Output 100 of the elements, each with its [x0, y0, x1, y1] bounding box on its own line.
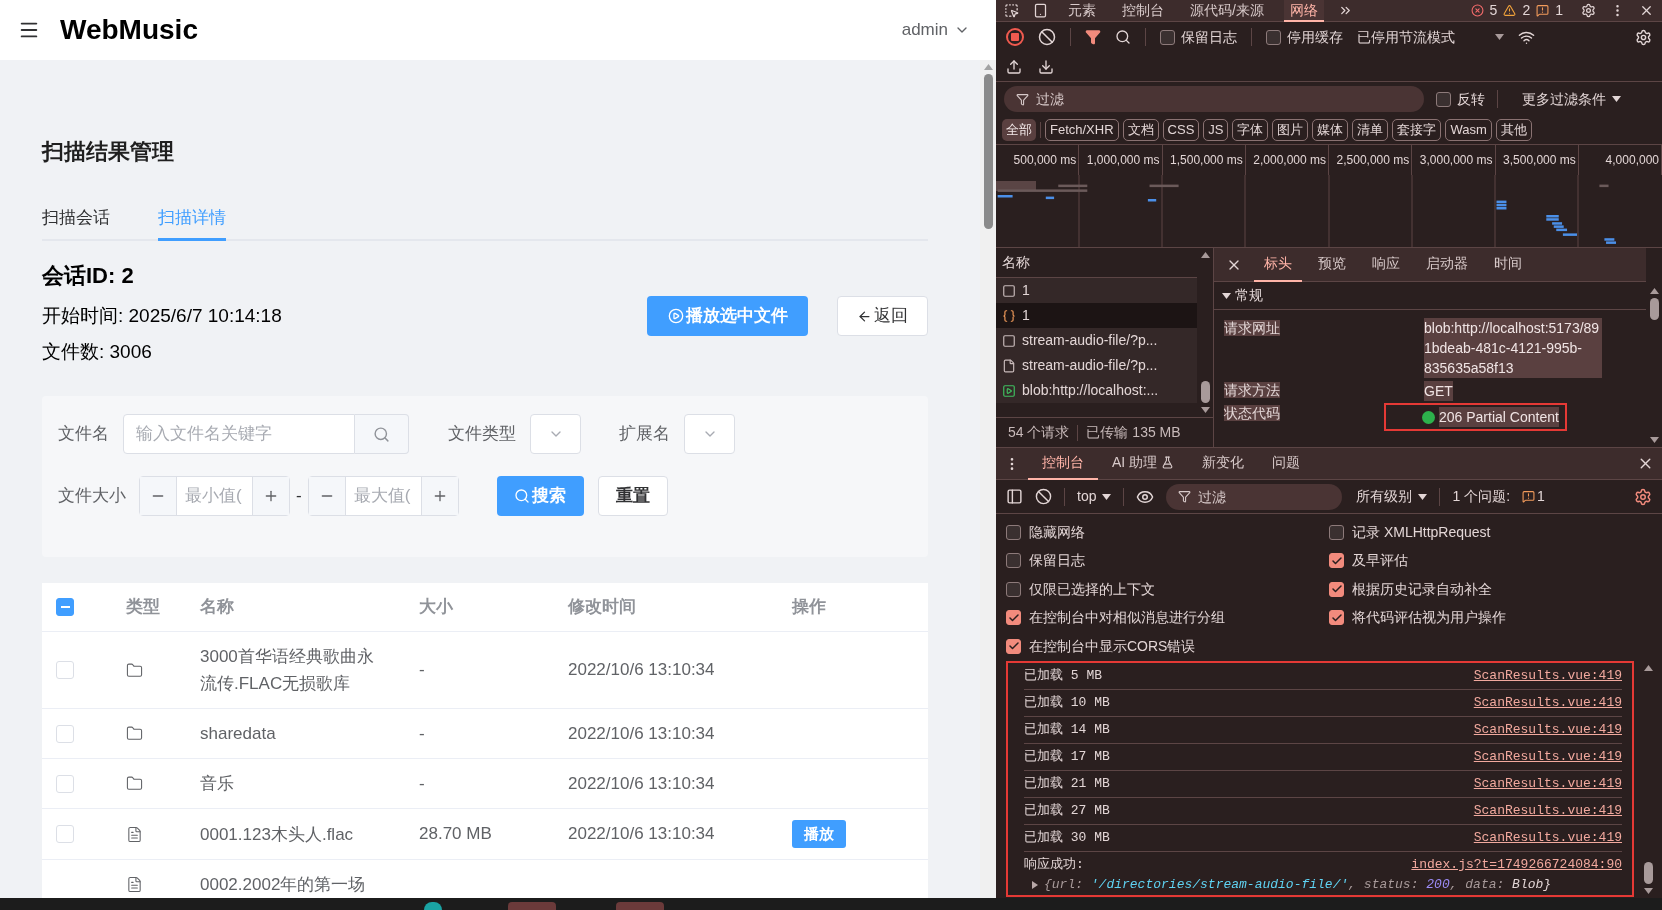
type-filter-chip[interactable]: Wasm: [1445, 119, 1492, 141]
upload-icon[interactable]: [1006, 58, 1022, 75]
source-link[interactable]: index.js?t=1749266724084:90: [1411, 854, 1622, 875]
close-icon[interactable]: [1639, 3, 1654, 18]
file-icon: [1002, 358, 1016, 373]
scrollbar-thumb[interactable]: [1649, 298, 1659, 320]
type-filter-chip[interactable]: 全部: [1002, 119, 1036, 141]
filter-field[interactable]: 过滤: [1004, 86, 1424, 112]
number-input[interactable]: 最小值(: [139, 476, 290, 516]
expand-icon[interactable]: [1032, 880, 1038, 889]
levels-select[interactable]: 所有级别: [1354, 486, 1428, 507]
type-filter-chip[interactable]: 媒体: [1312, 119, 1349, 141]
file-size: -: [419, 723, 425, 743]
settings-icon[interactable]: [1581, 3, 1596, 18]
drawer-tab[interactable]: 控制台: [1028, 447, 1098, 480]
checkbox[interactable]: [1436, 91, 1451, 107]
source-link[interactable]: ScanResults.vue:419: [1473, 827, 1622, 848]
filter-field[interactable]: 过滤: [1166, 483, 1343, 510]
time-tick: 3,000,000 ms: [1412, 145, 1496, 175]
request-row[interactable]: blob:http://localhost:...: [996, 378, 1197, 403]
checkbox[interactable]: [1329, 524, 1344, 540]
reset-button[interactable]: 重置: [597, 476, 668, 516]
source-link[interactable]: ScanResults.vue:419: [1473, 773, 1622, 794]
search-icon[interactable]: [1115, 29, 1131, 45]
taskbar-icon[interactable]: [424, 902, 442, 910]
clear-icon[interactable]: [1035, 488, 1052, 505]
checkbox[interactable]: [1006, 610, 1021, 626]
request-row[interactable]: stream-audio-file/?p...: [996, 328, 1197, 353]
log-message: 已加载 10 MB: [1024, 693, 1110, 712]
log-message: 已加载 21 MB: [1024, 774, 1110, 793]
clear-icon[interactable]: [1038, 28, 1056, 46]
file-name: 3000首华语经典歌曲永流传.FLAC无损歌库: [200, 646, 375, 695]
request-row[interactable]: 1: [996, 278, 1197, 303]
document-icon: [126, 825, 143, 843]
caret-icon: [1102, 493, 1112, 500]
type-filter-chip[interactable]: Fetch/XHR: [1045, 119, 1119, 141]
more-filters-dropdown[interactable]: 更多过滤条件: [1510, 88, 1621, 110]
settings-icon[interactable]: [1635, 28, 1652, 46]
devtools-tab[interactable]: 源代码/来源: [1184, 0, 1270, 22]
number-input[interactable]: 最大值(: [307, 476, 459, 516]
document-icon: [1002, 333, 1016, 348]
checkbox[interactable]: [1329, 610, 1344, 626]
sidebar-icon[interactable]: [1006, 488, 1023, 505]
device-icon[interactable]: [1033, 3, 1048, 18]
inspect-icon[interactable]: [1004, 3, 1019, 18]
back-button[interactable]: 返回: [837, 296, 928, 336]
field-label: 文件名: [58, 423, 109, 446]
record-icon[interactable]: [1006, 28, 1024, 46]
download-icon[interactable]: [1038, 58, 1054, 75]
drawer-tab[interactable]: 新变化: [1188, 447, 1259, 480]
search-field[interactable]: 输入文件名关键字: [123, 414, 355, 454]
checkbox[interactable]: [1329, 581, 1344, 597]
checkbox[interactable]: [1006, 553, 1021, 569]
settings-icon[interactable]: [1634, 487, 1652, 506]
checkbox[interactable]: [56, 598, 74, 616]
checkbox[interactable]: [1329, 553, 1344, 569]
devtools-tab[interactable]: 元素: [1062, 0, 1102, 22]
checkbox[interactable]: [1006, 524, 1021, 540]
scrollbar[interactable]: [980, 60, 996, 898]
type-filter-chip[interactable]: 清单: [1352, 119, 1389, 141]
setting-label: 及早评估: [1352, 551, 1408, 571]
source-link[interactable]: ScanResults.vue:419: [1473, 665, 1622, 686]
type-filter-chip[interactable]: JS: [1203, 119, 1229, 141]
type-filter-chip[interactable]: CSS: [1162, 119, 1200, 141]
type-filter-chip[interactable]: 字体: [1232, 119, 1269, 141]
time-tick: 500,000 ms: [996, 145, 1080, 175]
drawer-tab[interactable]: AI 助理: [1098, 447, 1189, 480]
source-link[interactable]: ScanResults.vue:419: [1473, 800, 1622, 821]
throttling-select[interactable]: 已停用节流模式: [1357, 26, 1504, 48]
header-value: GET: [1424, 380, 1453, 401]
plus-icon[interactable]: [263, 488, 279, 504]
check-icon: [1330, 554, 1343, 567]
type-filter-chip[interactable]: 其他: [1495, 119, 1532, 141]
tab[interactable]: 扫描会话: [42, 198, 110, 241]
user-menu[interactable]: admin: [901, 17, 970, 43]
scrollbar-thumb[interactable]: [1200, 381, 1210, 403]
checkbox[interactable]: [1160, 29, 1175, 45]
detail-tab[interactable]: 启动器: [1416, 247, 1478, 282]
detail-tab[interactable]: 响应: [1362, 247, 1410, 282]
source-link[interactable]: ScanResults.vue:419: [1473, 692, 1622, 713]
source-link[interactable]: ScanResults.vue:419: [1473, 719, 1622, 740]
request-row[interactable]: 1: [996, 303, 1197, 328]
filter-icon[interactable]: [1085, 29, 1101, 45]
checkbox[interactable]: [1006, 638, 1021, 654]
detail-tab[interactable]: 标头: [1254, 247, 1302, 282]
checkbox[interactable]: [1266, 29, 1281, 45]
checkbox[interactable]: [1006, 581, 1021, 597]
context-select[interactable]: top: [1077, 486, 1112, 507]
devtools-tab[interactable]: 网络: [1283, 0, 1324, 22]
drawer-tab[interactable]: 问题: [1258, 447, 1315, 480]
request-row[interactable]: stream-audio-file/?p...: [996, 353, 1197, 378]
scrollbar-thumb[interactable]: [1643, 862, 1653, 884]
scrollbar-thumb[interactable]: [983, 74, 993, 229]
source-link[interactable]: ScanResults.vue:419: [1473, 746, 1622, 767]
type-filter-chip[interactable]: 套接字: [1392, 119, 1442, 141]
detail-tab[interactable]: 预览: [1308, 247, 1356, 282]
detail-tab[interactable]: 时间: [1484, 247, 1532, 282]
type-filter-chip[interactable]: 图片: [1272, 119, 1309, 141]
devtools-tab[interactable]: 控制台: [1116, 0, 1170, 22]
type-filter-chip[interactable]: 文档: [1122, 119, 1159, 141]
